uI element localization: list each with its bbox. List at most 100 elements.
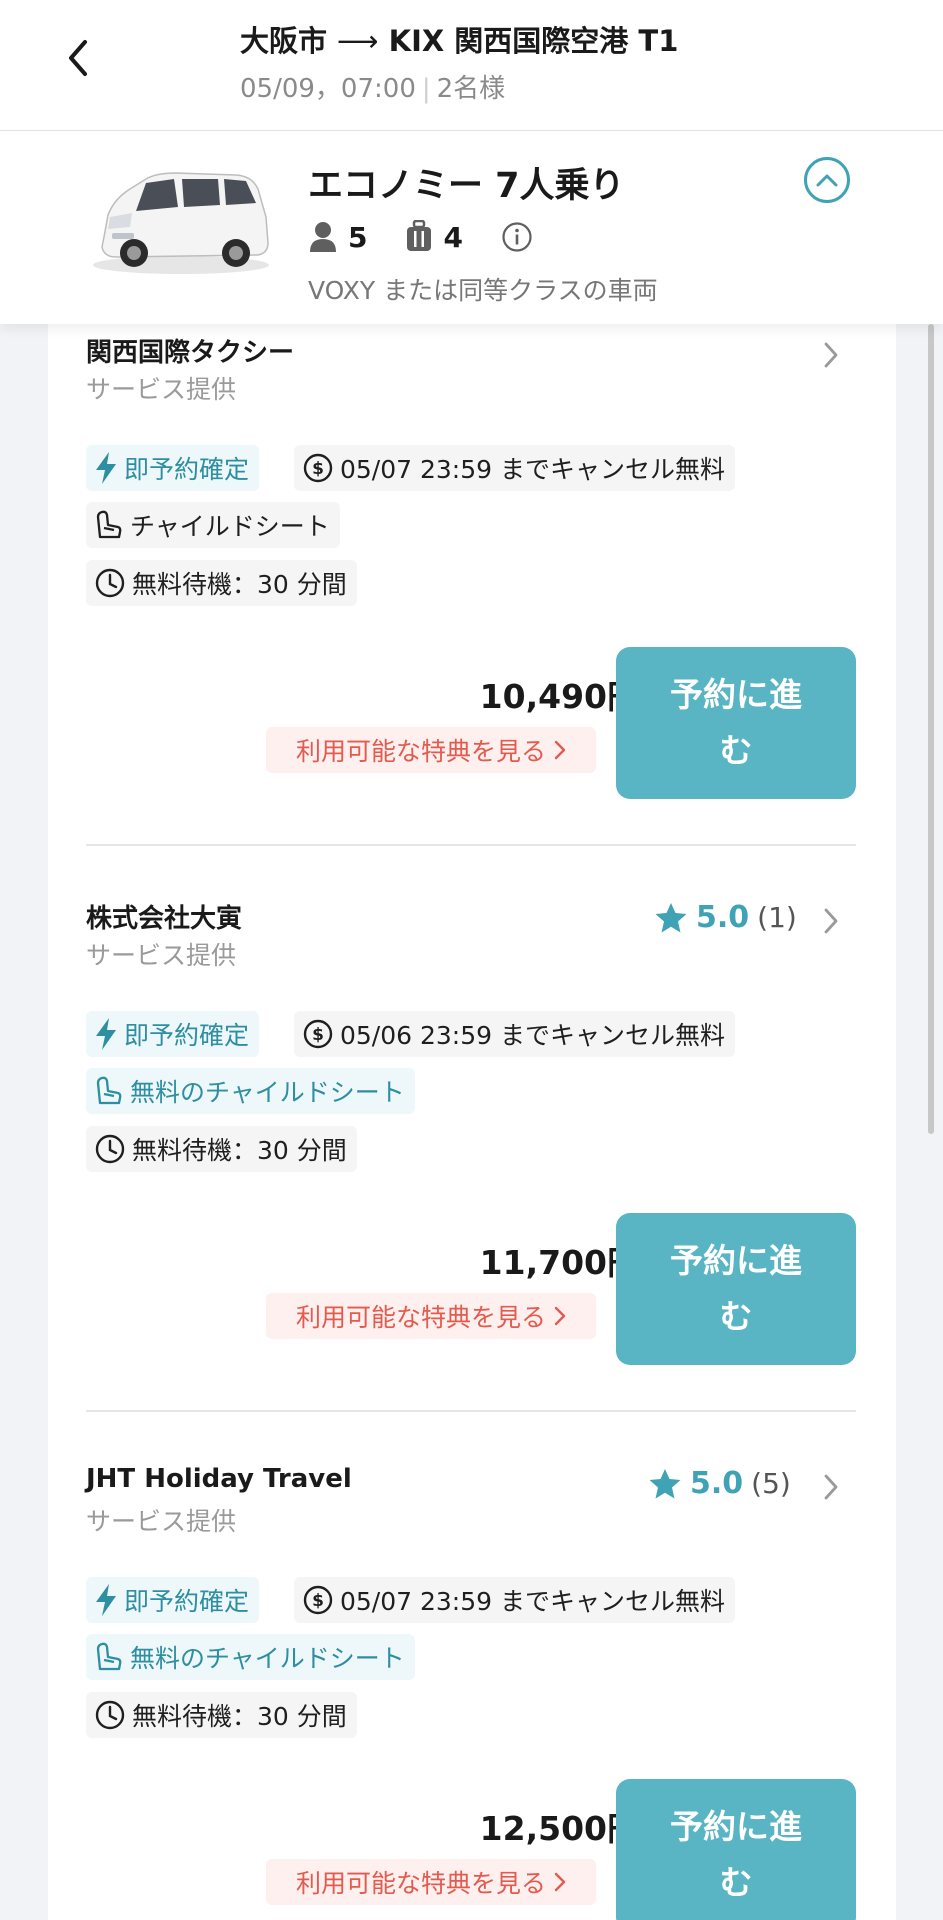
provider-subtitle: サービス提供 [86,1507,237,1536]
chevron-up-icon [816,174,838,187]
rating-count: (1) [757,901,797,934]
chevron-right-icon [554,1872,566,1892]
provider-name[interactable]: 関西国際タクシー [86,332,294,369]
scrollbar[interactable] [928,324,934,1134]
instant-confirm-label: 即予約確定 [124,1021,250,1050]
perks-label: 利用可能な特典を見る [295,1303,546,1332]
rating[interactable]: 5.0 (1) [654,900,797,935]
provider-subtitle: サービス提供 [86,941,237,970]
free-wait-label: 無料待機：30 分間 [132,570,347,599]
instant-confirm-label: 即予約確定 [124,455,250,484]
perks-label: 利用可能な特典を見る [295,737,546,766]
book-button[interactable]: 予約に進む [616,1213,856,1365]
refund-icon: $ [303,1019,333,1049]
route-title: 大阪市 ⟶ KIX 関西国際空港 T1 [240,18,678,60]
card-divider [86,844,856,846]
info-icon[interactable] [501,221,533,253]
svg-text:$: $ [312,1025,324,1045]
vehicle-description: VOXY または同等クラスの車両 [308,276,658,305]
passenger-capacity: 5 [348,220,368,254]
rating-count: (5) [751,1467,791,1500]
lightning-icon [96,452,116,484]
child-seat-tag: チャイルドシート [86,502,340,548]
vehicle-summary: エコノミー 7人乗り 5 4 VOXY または同等クラスの車両 [0,131,943,324]
free-cancel-tag: $ 05/06 23:59 までキャンセル無料 [294,1011,735,1057]
perks-link[interactable]: 利用可能な特典を見る [266,1293,596,1339]
provider-name[interactable]: JHT Holiday Travel [86,1464,352,1494]
vehicle-specs: 5 4 [308,217,533,257]
clock-icon [95,1134,125,1164]
free-cancel-tag: $ 05/07 23:59 までキャンセル無料 [294,445,735,491]
child-seat-label: チャイルドシート [130,512,330,541]
trip-passengers: 2名様 [436,74,506,104]
chevron-right-icon [554,740,566,760]
star-icon [655,902,687,932]
chevron-right-icon [824,908,838,934]
svg-text:$: $ [312,1591,324,1611]
perks-link[interactable]: 利用可能な特典を見る [266,1859,596,1905]
luggage-icon [407,220,432,251]
trip-meta: 05/09，07:00 | 2名様 [240,68,505,105]
refund-icon: $ [303,1585,333,1615]
route-from: 大阪市 [240,24,328,58]
provider-name[interactable]: 株式会社大寅 [86,898,242,935]
chevron-right-icon [824,1474,838,1500]
provider-subtitle: サービス提供 [86,375,237,404]
meta-separator: | [421,74,431,104]
free-wait-tag: 無料待機：30 分間 [86,1692,357,1738]
card-divider [86,1410,856,1412]
child-seat-label: 無料のチャイルドシート [130,1644,405,1673]
provider-card: 関西国際タクシー サービス提供 即予約確定 $ 05/07 23:59 までキャ… [48,324,896,846]
vehicle-title: エコノミー 7人乗り [308,166,625,206]
luggage-capacity: 4 [443,220,463,254]
child-seat-tag: 無料のチャイルドシート [86,1634,415,1680]
free-wait-tag: 無料待機：30 分間 [86,1126,357,1172]
instant-confirm-tag: 即予約確定 [86,445,260,491]
clock-icon [95,568,125,598]
perks-link[interactable]: 利用可能な特典を見る [266,727,596,773]
free-wait-label: 無料待機：30 分間 [132,1702,347,1731]
refund-icon: $ [303,453,333,483]
rating[interactable]: 5.0 (5) [648,1466,791,1501]
chevron-left-icon [69,40,87,76]
child-seat-label: 無料のチャイルドシート [130,1078,405,1107]
svg-text:$: $ [312,459,324,479]
book-button[interactable]: 予約に進む [616,1779,856,1920]
provider-card: 株式会社大寅 サービス提供 5.0 (1) 即予約確定 $ 05/06 23:5… [48,890,896,1412]
route-to: KIX 関西国際空港 T1 [388,24,679,58]
trip-header: 大阪市 ⟶ KIX 関西国際空港 T1 05/09，07:00 | 2名様 [0,0,943,131]
provider-details-button[interactable] [818,338,844,372]
provider-details-button[interactable] [818,1470,844,1504]
free-cancel-label: 05/06 23:59 までキャンセル無料 [340,1021,725,1050]
provider-details-button[interactable] [818,904,844,938]
free-wait-label: 無料待機：30 分間 [132,1136,347,1165]
chevron-right-icon [824,342,838,368]
instant-confirm-label: 即予約確定 [124,1587,250,1616]
free-cancel-label: 05/07 23:59 までキャンセル無料 [340,1587,725,1616]
perks-label: 利用可能な特典を見る [295,1869,546,1898]
clock-icon [95,1700,125,1730]
rating-score: 5.0 [696,900,750,935]
lightning-icon [96,1018,116,1050]
free-cancel-tag: $ 05/07 23:59 までキャンセル無料 [294,1577,735,1623]
child-seat-tag: 無料のチャイルドシート [86,1068,415,1114]
instant-confirm-tag: 即予約確定 [86,1577,260,1623]
trip-datetime: 05/09，07:00 [240,74,416,104]
child-seat-icon [96,1642,122,1671]
lightning-icon [96,1584,116,1616]
collapse-button[interactable] [804,157,850,203]
rating-score: 5.0 [690,1466,744,1501]
free-wait-tag: 無料待機：30 分間 [86,560,357,606]
instant-confirm-tag: 即予約確定 [86,1011,260,1057]
book-button[interactable]: 予約に進む [616,647,856,799]
free-cancel-label: 05/07 23:59 までキャンセル無料 [340,455,725,484]
person-icon [310,222,336,252]
provider-list: 関西国際タクシー サービス提供 即予約確定 $ 05/07 23:59 までキャ… [48,324,896,1920]
route-arrow: ⟶ [337,24,379,58]
provider-card: JHT Holiday Travel サービス提供 5.0 (5) 即予約確定 … [48,1456,896,1920]
back-button[interactable] [52,32,104,84]
child-seat-icon [96,1076,122,1105]
car-image [93,172,269,274]
chevron-right-icon [554,1306,566,1326]
star-icon [649,1468,681,1498]
